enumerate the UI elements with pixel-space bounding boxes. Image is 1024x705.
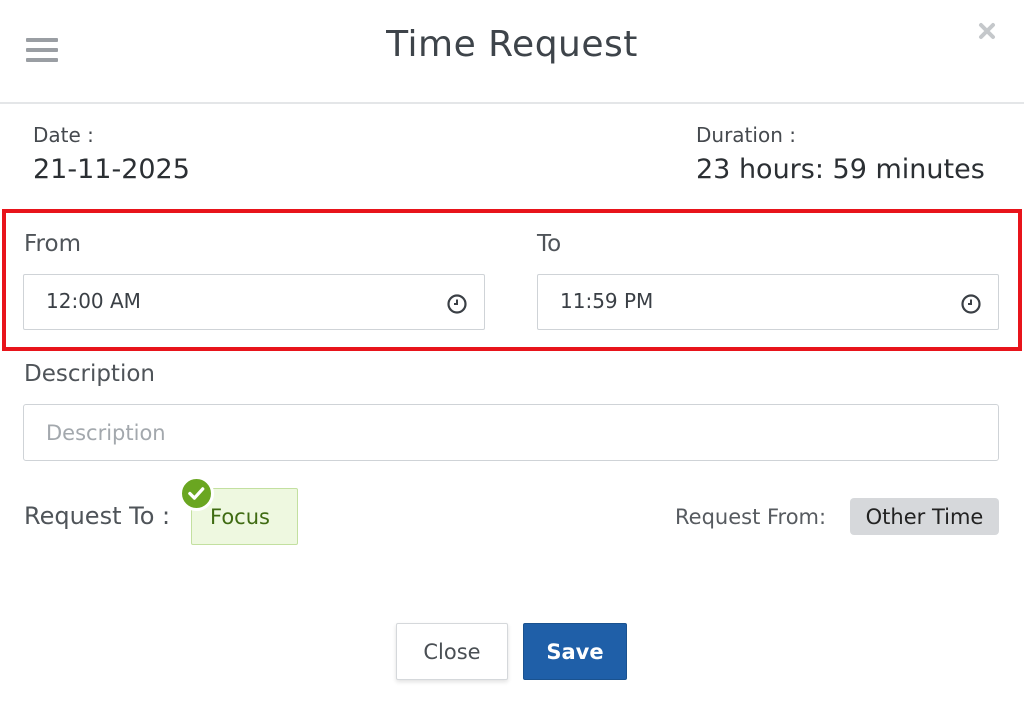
description-label: Description <box>24 361 155 387</box>
date-label: Date : <box>33 123 94 147</box>
modal-title: Time Request <box>386 24 638 65</box>
to-label: To <box>537 231 562 257</box>
to-time-input[interactable]: 11:59 PM <box>537 274 999 330</box>
save-button[interactable]: Save <box>523 623 627 680</box>
request-to-label: Request To : <box>24 502 171 530</box>
from-time-value: 12:00 AM <box>46 289 141 313</box>
request-from-badge: Other Time <box>850 498 999 535</box>
clock-icon[interactable] <box>960 293 982 315</box>
close-icon[interactable] <box>976 20 998 42</box>
time-request-modal: Time Request Date : 21-11-2025 Duration … <box>0 0 1024 705</box>
description-input[interactable] <box>23 404 999 461</box>
check-circle-icon <box>179 476 214 511</box>
from-label: From <box>24 231 81 257</box>
request-from-label: Request From: <box>675 505 827 529</box>
date-value: 21-11-2025 <box>33 154 190 185</box>
to-time-value: 11:59 PM <box>560 289 654 313</box>
duration-value: 23 hours: 59 minutes <box>696 154 985 185</box>
clock-icon[interactable] <box>446 293 468 315</box>
focus-chip-label: Focus <box>210 505 270 529</box>
modal-header: Time Request <box>0 0 1024 104</box>
duration-label: Duration : <box>696 123 796 147</box>
from-time-input[interactable]: 12:00 AM <box>23 274 485 330</box>
close-button[interactable]: Close <box>396 623 508 680</box>
